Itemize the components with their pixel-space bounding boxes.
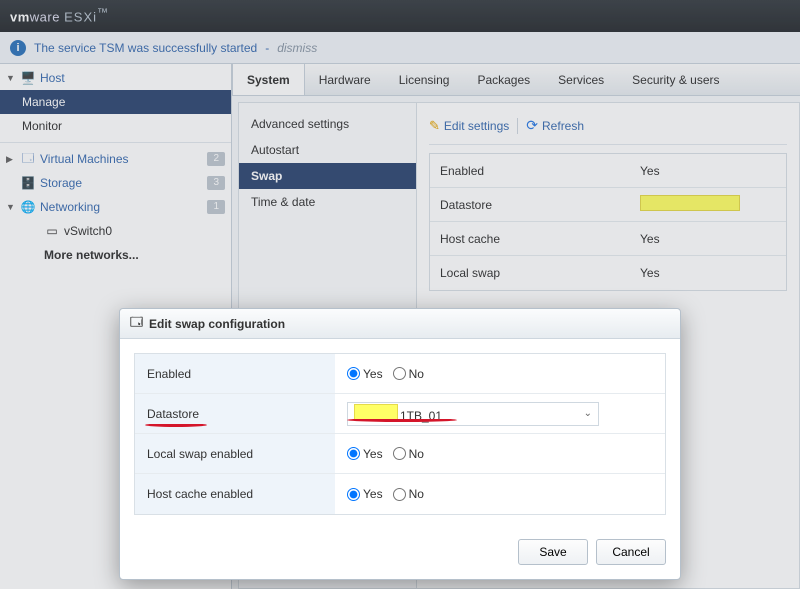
cancel-button[interactable]: Cancel [596, 539, 666, 565]
hostcache-yes-radio[interactable]: Yes [347, 487, 383, 501]
edit-swap-dialog: 🗔 Edit swap configuration Enabled Yes No… [119, 308, 681, 580]
field-hostcache-label: Host cache enabled [135, 474, 335, 514]
localswap-yes-radio[interactable]: Yes [347, 447, 383, 461]
annotation-underline [347, 418, 457, 422]
datastore-select[interactable]: 1TB_01 ⌄ [347, 402, 599, 426]
dialog-titlebar[interactable]: 🗔 Edit swap configuration [120, 309, 680, 339]
enabled-no-radio[interactable]: No [393, 367, 424, 381]
swap-icon: 🗔 [130, 313, 143, 334]
modal-overlay: 🗔 Edit swap configuration Enabled Yes No… [0, 0, 800, 589]
localswap-no-radio[interactable]: No [393, 447, 424, 461]
field-datastore-label: Datastore [135, 394, 335, 433]
field-localswap-label: Local swap enabled [135, 434, 335, 473]
save-button[interactable]: Save [518, 539, 588, 565]
enabled-yes-radio[interactable]: Yes [347, 367, 383, 381]
hostcache-no-radio[interactable]: No [393, 487, 424, 501]
annotation-underline [145, 423, 207, 427]
swap-form: Enabled Yes No Datastore 1TB_01 ⌄ [134, 353, 666, 515]
chevron-down-icon: ⌄ [584, 408, 592, 419]
field-enabled-label: Enabled [135, 354, 335, 393]
